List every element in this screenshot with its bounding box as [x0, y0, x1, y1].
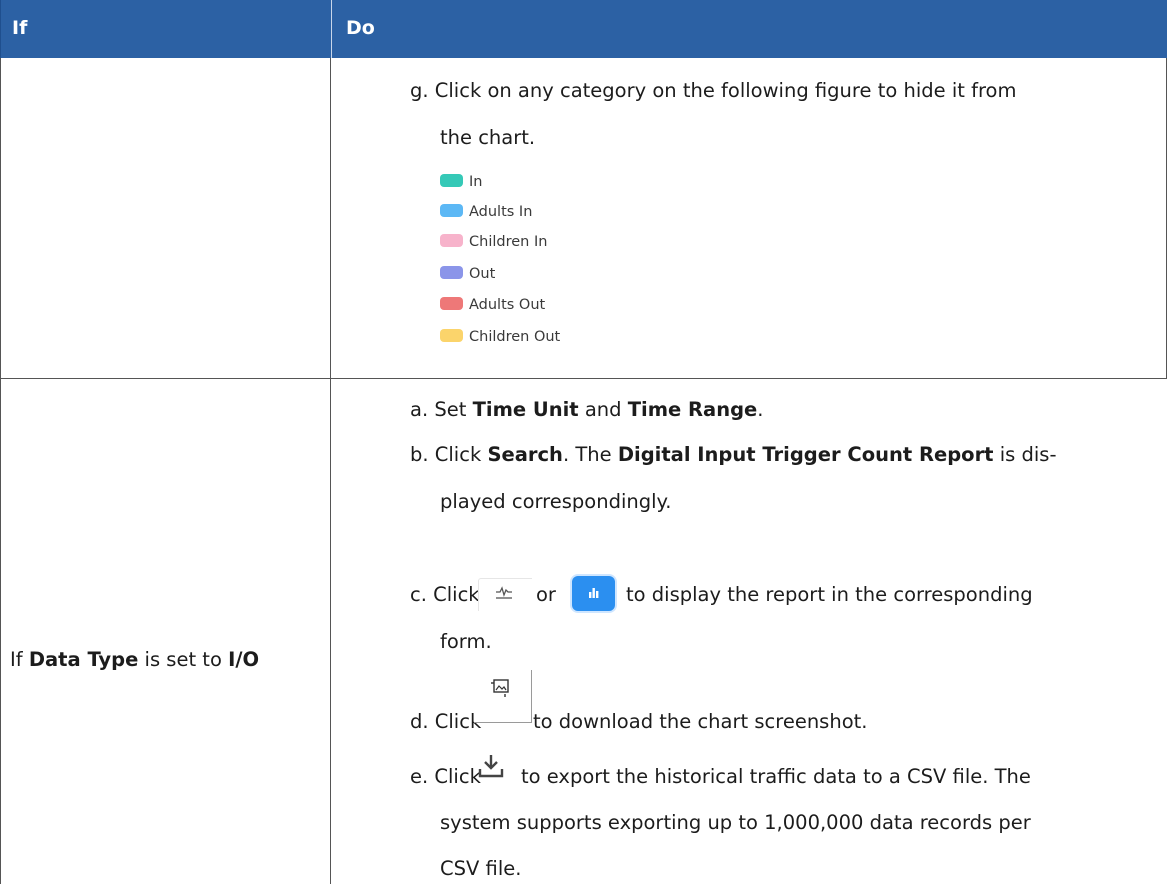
legend-swatch: [440, 329, 463, 342]
step-c-text-line2: form.: [440, 630, 492, 653]
right-border: [1166, 58, 1167, 378]
legend-item-children-in[interactable]: Children In: [440, 232, 547, 252]
legend-item-adults-out[interactable]: Adults Out: [440, 295, 545, 315]
step-d-click: d. Click: [410, 710, 482, 733]
legend-item-adults-in[interactable]: Adults In: [440, 202, 532, 222]
step-e-text-line1: to export the historical traffic data to…: [521, 765, 1031, 788]
download-icon: [478, 755, 504, 778]
row-divider: [0, 378, 1167, 379]
step-g-text-line2: the chart.: [440, 126, 536, 149]
left-border: [0, 58, 1, 884]
legend-item-out[interactable]: Out: [440, 264, 495, 284]
column-divider: [330, 58, 331, 884]
step-b-text-line1: b. Click Search. The Digital Input Trigg…: [410, 443, 1057, 466]
legend-swatch: [440, 174, 463, 187]
legend-label: In: [469, 174, 483, 190]
step-a-text: a. Set Time Unit and Time Range.: [410, 398, 764, 421]
legend-label: Children Out: [469, 329, 561, 345]
legend-swatch: [440, 266, 463, 279]
bar-chart-icon: [589, 588, 599, 598]
legend-item-in[interactable]: In: [440, 172, 482, 192]
legend-label: Children In: [469, 234, 548, 250]
condition-text: If Data Type is set to I/O: [10, 648, 260, 671]
table-header: If Do: [0, 0, 1167, 58]
step-c-click: c. Click: [410, 583, 480, 606]
legend-swatch: [440, 204, 463, 217]
legend-swatch: [440, 297, 463, 310]
screenshot-button[interactable]: [474, 670, 532, 723]
step-e-text-line3: CSV file.: [440, 857, 522, 880]
header-do: Do: [346, 17, 375, 39]
header-separator: [331, 0, 332, 58]
download-button[interactable]: [476, 751, 506, 781]
legend-item-children-out[interactable]: Children Out: [440, 327, 560, 347]
step-e-click: e. Click: [410, 765, 481, 788]
image-screenshot-icon: [491, 679, 509, 697]
legend-label: Out: [469, 266, 496, 282]
line-chart-button[interactable]: [478, 578, 532, 611]
step-c-or: or: [536, 583, 556, 606]
legend-label: Adults Out: [469, 297, 546, 313]
step-g-text-line1: g. Click on any category on the followin…: [410, 79, 1017, 102]
header-if: If: [12, 17, 28, 39]
step-e-text-line2: system supports exporting up to 1,000,00…: [440, 811, 1031, 834]
line-chart-icon: [496, 586, 512, 599]
bar-chart-button[interactable]: [572, 576, 615, 611]
step-b-text-line2: played correspondingly.: [440, 490, 672, 513]
legend-swatch: [440, 234, 463, 247]
legend-label: Adults In: [469, 204, 533, 220]
step-d-text: to download the chart screenshot.: [533, 710, 868, 733]
doc-table: If Do g. Click on any category on the fo…: [0, 0, 1168, 884]
step-c-text: to display the report in the correspondi…: [626, 583, 1033, 606]
